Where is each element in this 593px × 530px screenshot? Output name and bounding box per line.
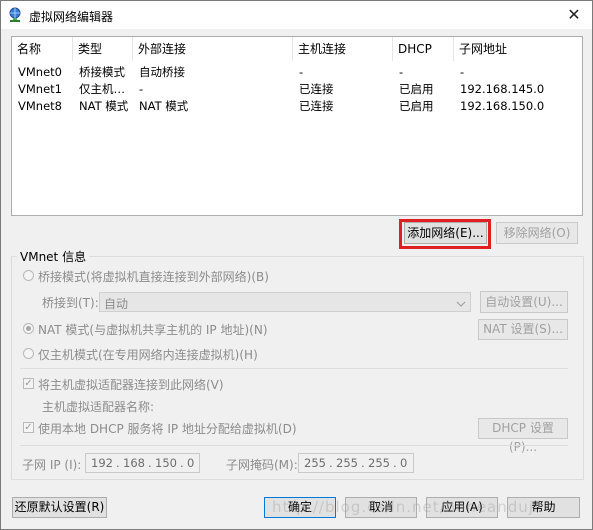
mask-octet: 255 bbox=[336, 456, 358, 470]
ip-dot: . bbox=[180, 456, 184, 470]
bridged-to-label: 桥接到(T): bbox=[42, 296, 99, 310]
ip-octet: 168 bbox=[123, 456, 145, 470]
cell-name: VMnet8 bbox=[18, 99, 62, 113]
mask-octet: 255 bbox=[304, 456, 326, 470]
bridged-to-value: 自动 bbox=[104, 297, 129, 311]
bridged-to-select[interactable]: 自动 bbox=[99, 292, 471, 312]
watermark: http://blog.csdn.net/honeanduji bbox=[272, 498, 540, 516]
ip-octet: 150 bbox=[155, 456, 177, 470]
divider bbox=[20, 368, 568, 369]
cell-subnet: 192.168.150.0 bbox=[460, 99, 545, 113]
cell-external: 自动桥接 bbox=[139, 65, 185, 79]
subnet-mask-field[interactable]: 255 . 255 . 255 . 0 bbox=[298, 453, 414, 473]
bridged-mode-label: 桥接模式(将虚拟机直接连接到外部网络)(B) bbox=[38, 270, 269, 284]
close-icon[interactable]: ✕ bbox=[557, 3, 591, 27]
connect-adapter-label: 将主机虚拟适配器连接到此网络(V) bbox=[38, 378, 224, 392]
cell-subnet: - bbox=[460, 65, 465, 79]
auto-settings-button[interactable]: 自动设置(U)... bbox=[480, 291, 568, 313]
subnet-ip-field[interactable]: 192 . 168 . 150 . 0 bbox=[85, 453, 200, 473]
dhcp-settings-button[interactable]: DHCP 设置(P)... bbox=[478, 418, 568, 454]
column-header-dhcp[interactable]: DHCP bbox=[393, 37, 454, 61]
network-list[interactable]: 名称 类型 外部连接 主机连接 DHCP 子网地址 VMnet0 桥接模式 自动… bbox=[11, 36, 583, 216]
host-only-mode-radio[interactable] bbox=[23, 348, 34, 359]
cell-dhcp: 已启用 bbox=[399, 82, 434, 96]
nat-mode-label: NAT 模式(与虚拟机共享主机的 IP 地址)(N) bbox=[38, 323, 268, 337]
host-only-mode-label: 仅主机模式(在专用网络内连接虚拟机)(H) bbox=[38, 348, 258, 362]
nat-mode-radio[interactable] bbox=[23, 323, 34, 334]
add-network-button[interactable]: 添加网络(E)... bbox=[404, 222, 487, 244]
ip-dot: . bbox=[361, 456, 365, 470]
cell-subnet: 192.168.145.0 bbox=[460, 82, 545, 96]
restore-defaults-button[interactable]: 还原默认设置(R) bbox=[12, 497, 107, 518]
ip-dot: . bbox=[329, 456, 333, 470]
adapter-name-label: 主机虚拟适配器名称: bbox=[42, 400, 155, 414]
ip-octet: 192 bbox=[91, 456, 113, 470]
connect-adapter-checkbox[interactable]: ✓ bbox=[23, 378, 34, 389]
cell-type: NAT 模式 bbox=[79, 99, 129, 113]
cell-host: 已连接 bbox=[299, 99, 334, 113]
table-row[interactable]: VMnet0 桥接模式 自动桥接 - - - bbox=[12, 64, 582, 81]
cell-external: NAT 模式 bbox=[139, 99, 189, 113]
cell-external: - bbox=[139, 82, 144, 96]
ip-dot: . bbox=[148, 456, 152, 470]
column-header-name[interactable]: 名称 bbox=[12, 37, 73, 61]
bridged-mode-radio[interactable] bbox=[23, 270, 34, 281]
cell-name: VMnet1 bbox=[18, 82, 62, 96]
ip-dot: . bbox=[393, 456, 397, 470]
divider bbox=[20, 445, 568, 446]
cell-type: 仅主机… bbox=[79, 82, 125, 96]
vmnet-info-label: VMnet 信息 bbox=[17, 248, 90, 265]
cell-host: 已连接 bbox=[299, 82, 334, 96]
table-row[interactable]: VMnet8 NAT 模式 NAT 模式 已连接 已启用 192.168.150… bbox=[12, 98, 582, 115]
table-row[interactable]: VMnet1 仅主机… - 已连接 已启用 192.168.145.0 bbox=[12, 81, 582, 98]
network-globe-icon bbox=[7, 7, 23, 23]
mask-octet: 0 bbox=[400, 456, 408, 470]
column-header-host[interactable]: 主机连接 bbox=[293, 37, 393, 61]
cell-dhcp: 已启用 bbox=[399, 99, 434, 113]
cell-dhcp: - bbox=[399, 65, 404, 79]
mask-octet: 255 bbox=[368, 456, 390, 470]
ip-dot: . bbox=[116, 456, 120, 470]
list-header: 名称 类型 外部连接 主机连接 DHCP 子网地址 bbox=[12, 37, 582, 61]
subnet-mask-label: 子网掩码(M): bbox=[226, 458, 298, 472]
nat-settings-button[interactable]: NAT 设置(S)... bbox=[478, 319, 568, 340]
cell-name: VMnet0 bbox=[18, 65, 62, 79]
subnet-ip-label: 子网 IP (I): bbox=[22, 458, 82, 472]
title-bar: 虚拟网络编辑器 ✕ bbox=[1, 1, 592, 29]
use-dhcp-label: 使用本地 DHCP 服务将 IP 地址分配给虚拟机(D) bbox=[38, 422, 297, 436]
remove-network-button[interactable]: 移除网络(O) bbox=[496, 222, 578, 244]
window-title: 虚拟网络编辑器 bbox=[29, 10, 114, 24]
column-header-type[interactable]: 类型 bbox=[73, 37, 133, 61]
use-dhcp-checkbox[interactable]: ✓ bbox=[23, 422, 34, 433]
cell-host: - bbox=[299, 65, 304, 79]
ip-octet: 0 bbox=[187, 456, 195, 470]
column-header-subnet[interactable]: 子网地址 bbox=[454, 37, 582, 61]
cell-type: 桥接模式 bbox=[79, 65, 125, 79]
column-header-external[interactable]: 外部连接 bbox=[133, 37, 293, 61]
chevron-down-icon bbox=[456, 297, 466, 311]
